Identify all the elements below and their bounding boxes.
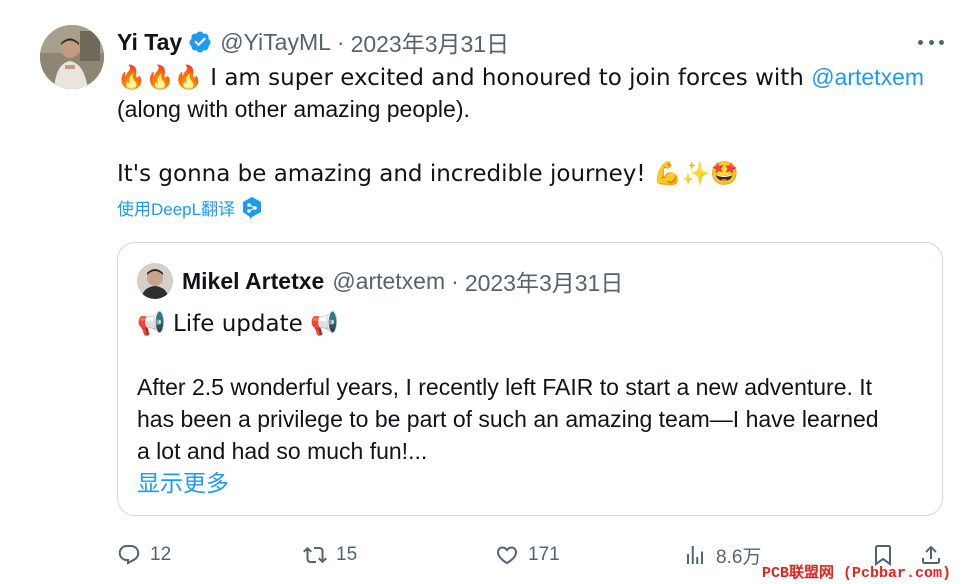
more-dot — [928, 39, 934, 45]
reply-count: 12 — [150, 544, 172, 565]
watermark-text: PCB联盟网 (Pcbbar.com) — [762, 565, 952, 582]
quoted-text-line-4: a lot and had so much fun!... — [137, 438, 428, 464]
author-handle[interactable]: @YiTayML — [220, 29, 331, 56]
quoted-author-avatar[interactable] — [137, 263, 173, 299]
author-name[interactable]: Yi Tay — [117, 29, 182, 56]
quoted-author-name[interactable]: Mikel Artetxe — [182, 268, 324, 295]
quoted-text-line-2: After 2.5 wonderful years, I recently le… — [137, 374, 873, 400]
tweet-text-line-1: 🔥🔥🔥 I am super excited and honoured to j… — [117, 62, 924, 93]
heart-icon — [496, 546, 518, 565]
tweet-text-line-2: (along with other amazing people). — [117, 96, 470, 122]
like-button[interactable]: 171 — [495, 540, 560, 570]
views-button[interactable]: 8.6万 — [683, 540, 761, 570]
mention-link[interactable]: @artetxem — [811, 64, 924, 90]
quoted-text-line-3: has been a privilege to be part of such … — [137, 406, 879, 432]
like-count: 171 — [528, 544, 560, 565]
translate-label: 使用DeepL翻译 — [117, 200, 236, 219]
more-dot — [918, 39, 923, 45]
quoted-date[interactable]: 2023年3月31日 — [465, 264, 624, 298]
tweet: Yi Tay @YiTayML · 2023年3月31日 🔥🔥🔥 I am su… — [0, 0, 964, 584]
quoted-text-line-1: 📢 Life update 📢 — [137, 311, 339, 337]
translate-link[interactable]: 使用DeepL翻译 — [117, 195, 262, 220]
quoted-header: Mikel Artetxe @artetxem · 2023年3月31日 — [182, 264, 624, 298]
header-separator: · — [336, 28, 345, 55]
retweet-count: 15 — [336, 544, 358, 565]
quoted-tweet[interactable]: Mikel Artetxe @artetxem · 2023年3月31日 📢 L… — [117, 242, 943, 516]
author-avatar[interactable] — [40, 25, 104, 89]
retweet-icon — [303, 546, 327, 564]
show-more-link[interactable]: 显示更多 — [137, 468, 229, 498]
quoted-author-handle[interactable]: @artetxem — [332, 268, 445, 295]
tweet-header: Yi Tay @YiTayML · 2023年3月31日 — [117, 25, 510, 59]
more-options-icon[interactable] — [918, 36, 944, 48]
quoted-header-separator: · — [451, 267, 459, 294]
tweet-text-line-3: It's gonna be amazing and incredible jou… — [117, 161, 739, 187]
reply-button[interactable]: 12 — [117, 540, 171, 570]
views-count: 8.6万 — [716, 546, 762, 568]
tweet-text-segment: 🔥🔥🔥 I am super excited and honoured to j… — [117, 65, 812, 91]
reply-icon — [118, 545, 140, 565]
deepl-icon — [243, 196, 262, 219]
verified-badge-icon — [189, 31, 211, 53]
retweet-button[interactable]: 15 — [303, 540, 357, 570]
tweet-date[interactable]: 2023年3月31日 — [351, 25, 510, 59]
more-dot — [939, 39, 944, 45]
views-chart-icon — [687, 546, 703, 564]
